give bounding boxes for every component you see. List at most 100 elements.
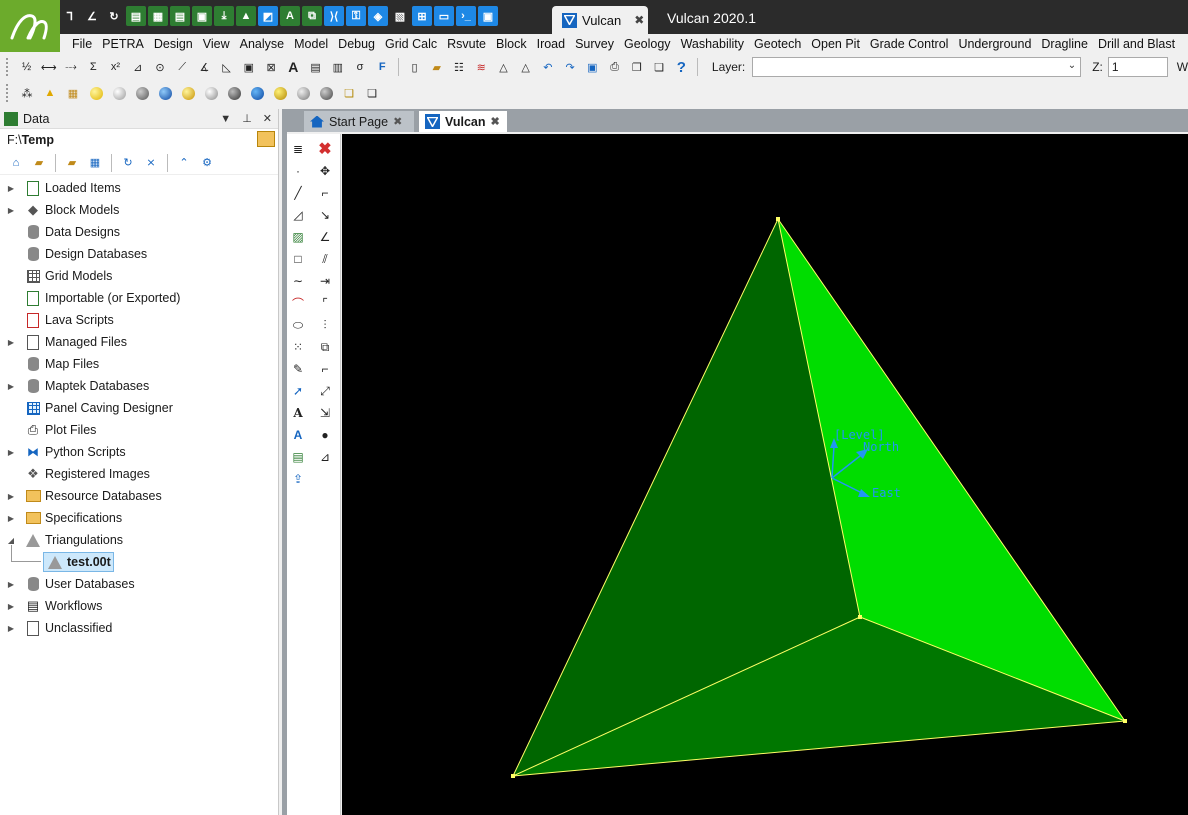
- warning-icon[interactable]: ▲: [40, 83, 60, 103]
- tree-item-map-files[interactable]: Map Files: [0, 353, 278, 375]
- text-icon[interactable]: A: [284, 57, 303, 77]
- menu-item-grade-control[interactable]: Grade Control: [865, 37, 954, 51]
- notes-icon[interactable]: ▥: [328, 57, 347, 77]
- chart-icon[interactable]: ⊿: [128, 57, 147, 77]
- tree-item-test-00t[interactable]: test.00t: [0, 545, 278, 573]
- measure-angle-icon[interactable]: ⤏: [61, 57, 80, 77]
- tree-item-plot-files[interactable]: ⎙ Plot Files: [0, 419, 278, 441]
- download-icon[interactable]: ⤓: [214, 6, 234, 26]
- 3d-viewport[interactable]: [Level] North East: [342, 134, 1188, 815]
- tool-icon[interactable]: ∠: [82, 6, 102, 26]
- tree-item-lava-scripts[interactable]: Lava Scripts: [0, 309, 278, 331]
- measure-delete-icon[interactable]: ⊿: [314, 446, 336, 468]
- arrow-icon[interactable]: ➚: [287, 380, 309, 402]
- scale-icon[interactable]: ⧉: [314, 336, 336, 358]
- volume-icon[interactable]: ▣: [239, 57, 258, 77]
- terrain-icon[interactable]: ▲: [236, 6, 256, 26]
- square-icon[interactable]: x²: [106, 57, 125, 77]
- list-icon[interactable]: ▤: [306, 57, 325, 77]
- dropdown-icon[interactable]: ▼: [220, 113, 231, 125]
- polygon-icon[interactable]: ◿: [287, 204, 309, 226]
- tree-item-resource-databases[interactable]: ▶ Resource Databases: [0, 485, 278, 507]
- upload-icon[interactable]: ⇪: [287, 468, 309, 490]
- close-icon[interactable]: ✕: [263, 112, 272, 125]
- vulcan-app-tab[interactable]: Vulcan ✖: [552, 6, 648, 34]
- table-icon[interactable]: ▦: [148, 6, 168, 26]
- tree-item-data-designs[interactable]: Data Designs: [0, 221, 278, 243]
- close-icon[interactable]: ✖: [491, 115, 500, 128]
- tree-item-user-databases[interactable]: ▶ User Databases: [0, 573, 278, 595]
- point-edit-icon[interactable]: ⌐: [314, 182, 336, 204]
- break-line-icon[interactable]: ⫽: [314, 248, 336, 270]
- menu-item-geotech[interactable]: Geotech: [749, 37, 806, 51]
- layers-yellow-icon[interactable]: ❏: [339, 83, 359, 103]
- delete-layer-icon[interactable]: ≋: [472, 57, 491, 77]
- measure-icon[interactable]: ⟷: [39, 57, 58, 77]
- spheres-grey-icon[interactable]: [201, 83, 221, 103]
- expand-arrow-icon[interactable]: ▶: [5, 338, 17, 347]
- menu-item-petra[interactable]: PETRA: [97, 37, 149, 51]
- menu-item-file[interactable]: File: [67, 37, 97, 51]
- tree-item-unclassified[interactable]: ▶ Unclassified: [0, 617, 278, 639]
- expand-arrow-icon[interactable]: ▶: [5, 206, 17, 215]
- folder-open-icon[interactable]: ▰: [29, 153, 49, 173]
- windows-icon[interactable]: ❏: [649, 57, 668, 77]
- copy-window-icon[interactable]: ❐: [627, 57, 646, 77]
- menu-item-iroad[interactable]: Iroad: [532, 37, 571, 51]
- table-icon[interactable]: ▤: [287, 446, 309, 468]
- menu-item-analyse[interactable]: Analyse: [235, 37, 289, 51]
- fit-icon[interactable]: ⤢: [314, 380, 336, 402]
- visual-studio-icon[interactable]: ⟩⟨: [324, 6, 344, 26]
- triangle-add-icon[interactable]: △: [516, 57, 535, 77]
- tree-item-managed-files[interactable]: ▶ Managed Files: [0, 331, 278, 353]
- tree-item-python-scripts[interactable]: ▶ ⧓ Python Scripts: [0, 441, 278, 463]
- expand-arrow-icon[interactable]: ▶: [5, 382, 17, 391]
- tree-item-importable-or-exported[interactable]: Importable (or Exported): [0, 287, 278, 309]
- tree-item-specifications[interactable]: ▶ Specifications: [0, 507, 278, 529]
- tab-start-page[interactable]: Start Page ✖: [304, 111, 414, 132]
- monitor-icon[interactable]: ▭: [434, 6, 454, 26]
- menu-item-rsvute[interactable]: Rsvute: [442, 37, 491, 51]
- unlink-icon[interactable]: ⨯: [141, 153, 161, 173]
- menu-item-design[interactable]: Design: [149, 37, 198, 51]
- function-icon[interactable]: F: [373, 57, 392, 77]
- bomb-icon[interactable]: ●: [314, 424, 336, 446]
- toolbar-grip[interactable]: [6, 58, 10, 76]
- tree-item-panel-caving-designer[interactable]: Panel Caving Designer: [0, 397, 278, 419]
- tree-item-maptek-databases[interactable]: ▶ Maptek Databases: [0, 375, 278, 397]
- area-icon[interactable]: ◺: [217, 57, 236, 77]
- text-a-icon[interactable]: A: [280, 6, 300, 26]
- undo-icon[interactable]: ↶: [538, 57, 557, 77]
- triangle-delete-icon[interactable]: △: [494, 57, 513, 77]
- numbered-points-icon[interactable]: ∠: [314, 226, 336, 248]
- refresh-icon[interactable]: ↻: [104, 6, 124, 26]
- expanded-arrow-icon[interactable]: ◢: [5, 536, 17, 545]
- maptek-logo[interactable]: [0, 0, 60, 52]
- toolbar-grip[interactable]: [6, 84, 10, 102]
- terminal-icon[interactable]: ›_: [456, 6, 476, 26]
- expand-arrow-icon[interactable]: ▶: [5, 580, 17, 589]
- cube-icon[interactable]: ◈: [368, 6, 388, 26]
- gear-yellow-icon[interactable]: [270, 83, 290, 103]
- console-icon[interactable]: ▣: [478, 6, 498, 26]
- expand-arrow-icon[interactable]: ▶: [5, 602, 17, 611]
- tree-item-triangulations[interactable]: ◢ Triangulations: [0, 529, 278, 551]
- menu-item-underground[interactable]: Underground: [953, 37, 1036, 51]
- menu-item-block[interactable]: Block: [491, 37, 532, 51]
- expand-arrow-icon[interactable]: ▶: [5, 514, 17, 523]
- settings-icon[interactable]: ⚙: [197, 153, 217, 173]
- form-icon[interactable]: ▣: [192, 6, 212, 26]
- pdf-icon[interactable]: ▧: [390, 6, 410, 26]
- text-3d-icon[interactable]: A: [287, 424, 309, 446]
- slope-icon[interactable]: ⟋: [173, 57, 192, 77]
- menu-item-open-pit[interactable]: Open Pit: [806, 37, 865, 51]
- ellipse-icon[interactable]: ⬭: [287, 314, 309, 336]
- print-icon[interactable]: ⎙: [605, 57, 624, 77]
- browse-folder-button[interactable]: [257, 131, 275, 147]
- z-input[interactable]: 1: [1107, 57, 1168, 77]
- report-icon[interactable]: ▤: [126, 6, 146, 26]
- angle-icon[interactable]: ∡: [195, 57, 214, 77]
- windows-icon[interactable]: ⊞: [412, 6, 432, 26]
- blocks-icon[interactable]: ▦: [63, 83, 83, 103]
- trim-icon[interactable]: ⌜: [314, 292, 336, 314]
